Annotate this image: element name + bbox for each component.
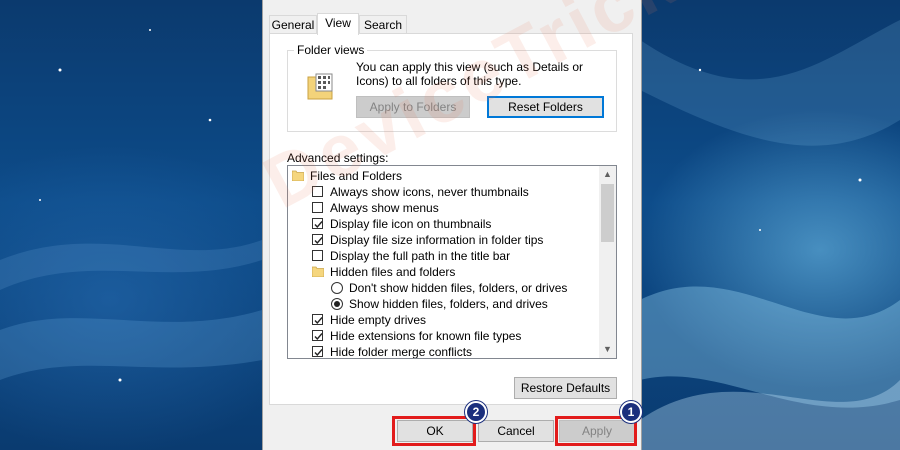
folder-views-description: You can apply this view (such as Details… xyxy=(356,60,584,88)
folder-options-dialog: General View Search Folder views You can… xyxy=(262,0,642,450)
reset-folders-button[interactable]: Reset Folders xyxy=(487,96,604,118)
tree-item-label: Hide empty drives xyxy=(330,313,427,327)
scroll-up-icon[interactable]: ▲ xyxy=(599,166,616,183)
ok-highlight-box xyxy=(392,416,476,446)
checkbox-checked[interactable] xyxy=(312,218,323,229)
tree-item-label: Always show menus xyxy=(330,201,439,215)
tree-item-label: Display file icon on thumbnails xyxy=(330,217,492,231)
folder-views-title: Folder views xyxy=(294,43,368,57)
checkbox-checked[interactable] xyxy=(312,330,323,341)
tab-search[interactable]: Search xyxy=(359,15,407,33)
tree-scrollbar[interactable]: ▲ ▼ xyxy=(599,166,616,358)
tab-view[interactable]: View xyxy=(317,13,359,35)
apply-to-folders-button[interactable]: Apply to Folders xyxy=(356,96,470,118)
tree-item-label: Display file size information in folder … xyxy=(330,233,544,247)
tree-item-label: Hide folder merge conflicts xyxy=(330,345,473,359)
tree-item-label: Hide extensions for known file types xyxy=(330,329,522,343)
scroll-down-icon[interactable]: ▼ xyxy=(599,341,616,358)
restore-defaults-button[interactable]: Restore Defaults xyxy=(514,377,617,399)
folder-icon xyxy=(292,170,304,181)
folder-views-group: Folder views You can apply this view (su… xyxy=(287,43,617,132)
folder-views-icon xyxy=(307,73,333,100)
tree-item-label: Don't show hidden files, folders, or dri… xyxy=(349,281,568,295)
scroll-thumb[interactable] xyxy=(601,184,614,242)
tree-item-label: Show hidden files, folders, and drives xyxy=(349,297,548,311)
view-tab-panel: Folder views You can apply this view (su… xyxy=(269,33,633,405)
step-badge-ok: 2 xyxy=(465,401,487,423)
checkbox[interactable] xyxy=(312,250,323,261)
checkbox-checked[interactable] xyxy=(312,234,323,245)
radio-button-selected[interactable] xyxy=(331,298,343,310)
advanced-settings-label: Advanced settings: xyxy=(287,151,389,165)
tree-item-label: Always show icons, never thumbnails xyxy=(330,185,529,199)
checkbox[interactable] xyxy=(312,186,323,197)
radio-button[interactable] xyxy=(331,282,343,294)
checkbox[interactable] xyxy=(312,202,323,213)
tree-item-label: Display the full path in the title bar xyxy=(330,249,511,263)
advanced-settings-tree[interactable]: Files and Folders Always show icons, nev… xyxy=(287,165,617,359)
tree-item-label: Files and Folders xyxy=(310,169,403,183)
checkbox-checked[interactable] xyxy=(312,314,323,325)
checkbox-checked[interactable] xyxy=(312,346,323,357)
step-badge-apply: 1 xyxy=(620,401,642,423)
folder-icon xyxy=(312,266,324,277)
tab-general[interactable]: General xyxy=(269,15,317,33)
cancel-button[interactable]: Cancel xyxy=(478,420,554,442)
tree-item-label: Hidden files and folders xyxy=(330,265,456,279)
